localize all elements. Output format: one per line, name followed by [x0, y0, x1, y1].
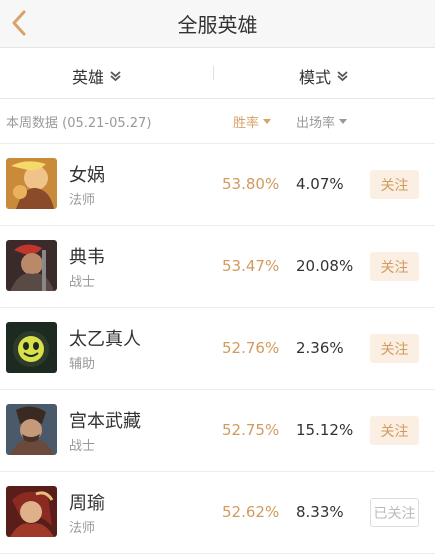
sort-by-win-rate[interactable]: 胜率	[233, 112, 272, 131]
pick-rate-value: 20.08%	[296, 257, 354, 275]
caret-down-icon	[263, 119, 272, 124]
caret-down-icon	[339, 119, 348, 124]
hero-avatar-taiyi	[6, 322, 57, 373]
hero-avatar-miyamoto	[6, 404, 57, 455]
win-rate-value: 52.62%	[222, 503, 280, 521]
hero-role: 战士	[69, 439, 96, 454]
hero-row[interactable]: 周瑜 法师 52.62% 8.33% 已关注	[0, 472, 435, 554]
hero-name: 女娲	[69, 165, 105, 186]
hero-avatar-dianwei	[6, 240, 57, 291]
hero-row[interactable]: 太乙真人 辅助 52.76% 2.36% 关注	[0, 308, 435, 390]
hero-row[interactable]: 典韦 战士 53.47% 20.08% 关注	[0, 226, 435, 308]
hero-row[interactable]: 女娲 法师 53.80% 4.07% 关注	[0, 144, 435, 226]
hero-name: 典韦	[69, 247, 105, 268]
pick-rate-value: 2.36%	[296, 339, 344, 357]
followed-button[interactable]: 已关注	[370, 498, 419, 527]
follow-button[interactable]: 关注	[370, 334, 419, 363]
mode-filter-dropdown[interactable]: 模式	[299, 64, 348, 88]
hero-role: 法师	[69, 193, 96, 208]
sort-by-pick-rate[interactable]: 出场率	[296, 112, 348, 131]
week-data-header: 本周数据 (05.21-05.27) 胜率 出场率	[0, 99, 435, 144]
follow-button[interactable]: 关注	[370, 252, 419, 281]
hero-role: 辅助	[69, 357, 96, 372]
pick-rate-sort-label: 出场率	[296, 116, 336, 131]
hero-filter-label: 英雄	[72, 68, 105, 87]
hero-name: 周瑜	[69, 493, 105, 514]
win-rate-value: 53.47%	[222, 257, 280, 275]
hero-filter-dropdown[interactable]: 英雄	[72, 64, 121, 88]
hero-avatar-zhouyu	[6, 486, 57, 537]
week-range-label: 本周数据 (05.21-05.27)	[6, 116, 152, 131]
win-rate-value: 52.75%	[222, 421, 280, 439]
hero-name: 宫本武藏	[69, 411, 141, 432]
follow-button[interactable]: 关注	[370, 170, 419, 199]
win-rate-sort-label: 胜率	[233, 116, 260, 131]
hero-row[interactable]: 宫本武藏 战士 52.75% 15.12% 关注	[0, 390, 435, 472]
win-rate-value: 52.76%	[222, 339, 280, 357]
double-chevron-down-icon	[110, 71, 121, 81]
hero-avatar-nuwa	[6, 158, 57, 209]
hero-list: 女娲 法师 53.80% 4.07% 关注 典韦 战士 53.47% 20.08…	[0, 144, 435, 554]
page-title: 全服英雄	[177, 13, 258, 37]
hero-name: 太乙真人	[69, 329, 141, 350]
hero-role: 战士	[69, 275, 96, 290]
pick-rate-value: 4.07%	[296, 175, 344, 193]
top-bar: 全服英雄	[0, 0, 435, 48]
filter-divider	[213, 66, 214, 80]
follow-button[interactable]: 关注	[370, 416, 419, 445]
pick-rate-value: 15.12%	[296, 421, 354, 439]
hero-role: 法师	[69, 521, 96, 536]
filter-bar: 英雄 模式	[0, 48, 435, 99]
double-chevron-down-icon	[337, 71, 348, 81]
mode-filter-label: 模式	[299, 68, 332, 87]
pick-rate-value: 8.33%	[296, 503, 344, 521]
win-rate-value: 53.80%	[222, 175, 280, 193]
